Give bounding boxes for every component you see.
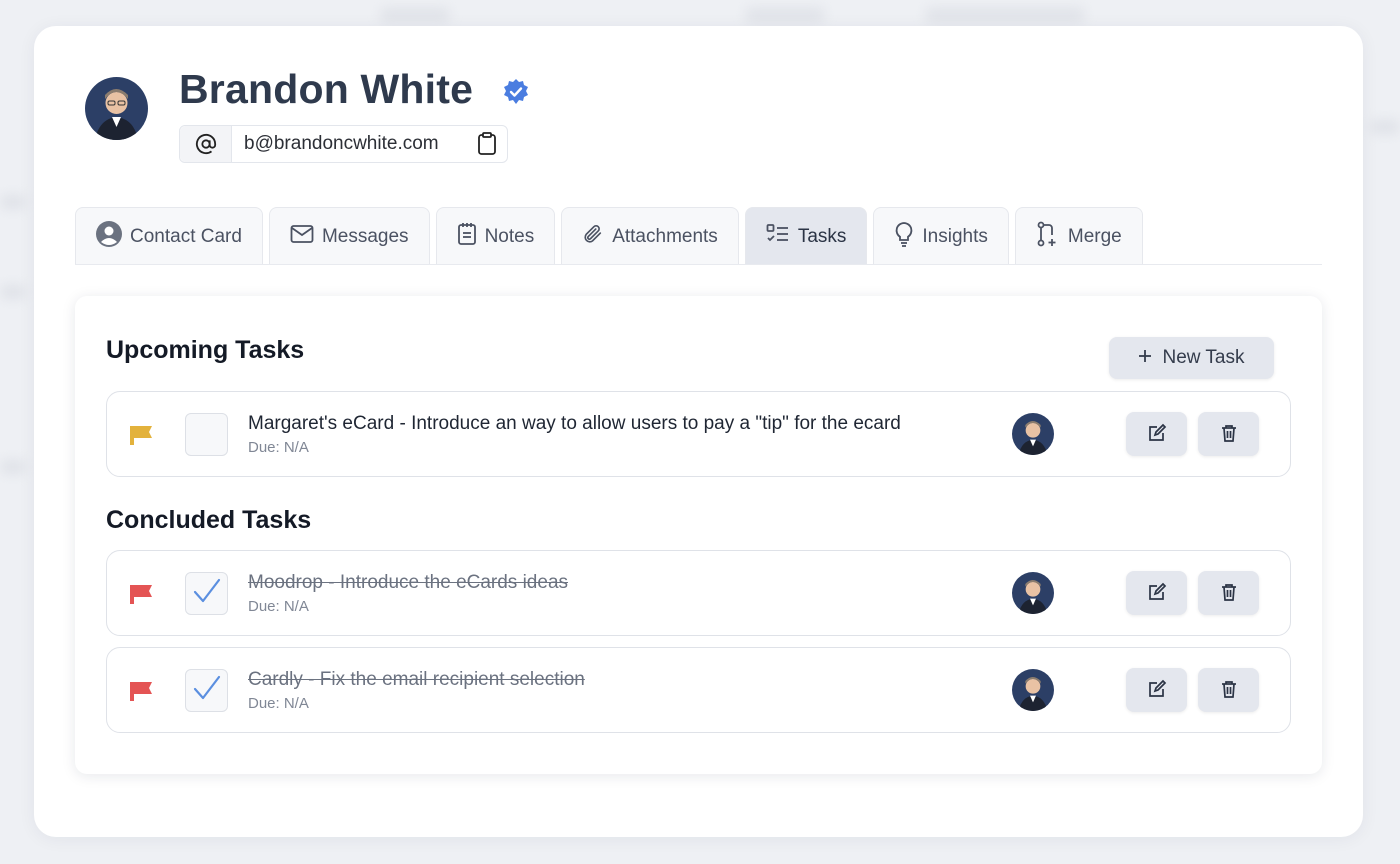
tab-messages[interactable]: Messages [268, 207, 430, 265]
trash-icon [1221, 583, 1237, 604]
tab-insights[interactable]: Insights [873, 207, 1009, 265]
paperclip-icon [582, 222, 604, 252]
checkmark-icon [192, 577, 222, 610]
task-row: Cardly - Fix the email recipient selecti… [106, 647, 1291, 733]
clipboard-icon [457, 222, 477, 252]
task-row: Moodrop - Introduce the eCards ideas Due… [106, 550, 1291, 636]
email-address[interactable]: b@brandoncwhite.com [232, 133, 467, 155]
flag-icon [129, 584, 153, 609]
delete-button[interactable] [1198, 571, 1259, 615]
task-checkbox[interactable] [185, 572, 228, 615]
task-due: Due: N/A [248, 695, 309, 712]
contact-name: Brandon White [179, 66, 474, 112]
tab-tasks[interactable]: Tasks [744, 207, 868, 265]
edit-button[interactable] [1126, 571, 1187, 615]
task-title: Moodrop - Introduce the eCards ideas [248, 572, 569, 593]
new-task-label: New Task [1162, 347, 1245, 368]
tab-merge[interactable]: Merge [1014, 207, 1143, 265]
plus-icon [1138, 347, 1152, 369]
delete-button[interactable] [1198, 412, 1259, 456]
tab-label: Messages [321, 225, 409, 247]
tab-label: Tasks [797, 225, 847, 247]
edit-button[interactable] [1126, 412, 1187, 456]
new-task-button[interactable]: New Task [1109, 337, 1274, 379]
edit-icon [1147, 679, 1167, 702]
assignee-avatar [1012, 669, 1054, 711]
tab-label: Attachments [612, 225, 718, 247]
edit-icon [1147, 582, 1167, 605]
tasks-list-icon [766, 223, 790, 251]
tab-label: Contact Card [130, 225, 242, 247]
tab-label: Merge [1067, 225, 1122, 247]
edit-icon [1147, 423, 1167, 446]
git-merge-icon [1036, 221, 1060, 253]
task-checkbox[interactable] [185, 669, 228, 712]
task-checkbox[interactable] [185, 413, 228, 456]
concluded-tasks-title: Concluded Tasks [106, 506, 312, 534]
tasks-card: Upcoming Tasks New Task Margaret's eCard… [75, 296, 1322, 774]
contact-panel: Brandon White b@brandoncwhite.com Contac… [34, 26, 1363, 837]
tab-bar: Contact Card Messages Notes Attachments … [75, 207, 1143, 265]
tab-label: Notes [484, 225, 535, 247]
assignee-avatar [1012, 572, 1054, 614]
tab-label: Insights [922, 225, 988, 247]
verified-badge-icon [504, 79, 528, 104]
task-due: Due: N/A [248, 598, 309, 615]
delete-button[interactable] [1198, 668, 1259, 712]
assignee-avatar [1012, 413, 1054, 455]
trash-icon [1221, 424, 1237, 445]
task-row: Margaret's eCard - Introduce an way to a… [106, 391, 1291, 477]
task-title: Margaret's eCard - Introduce an way to a… [248, 413, 901, 434]
upcoming-tasks-title: Upcoming Tasks [106, 336, 305, 364]
at-sign-icon [180, 126, 232, 162]
trash-icon [1221, 680, 1237, 701]
envelope-icon [290, 224, 314, 250]
tab-divider [75, 264, 1322, 265]
lightbulb-icon [894, 221, 914, 253]
email-field: b@brandoncwhite.com [179, 125, 508, 163]
user-circle-icon [96, 220, 122, 253]
flag-icon [129, 681, 153, 706]
edit-button[interactable] [1126, 668, 1187, 712]
task-title: Cardly - Fix the email recipient selecti… [248, 669, 585, 690]
checkmark-icon [192, 674, 222, 707]
avatar [85, 77, 148, 140]
tab-notes[interactable]: Notes [435, 207, 556, 265]
copy-icon[interactable] [467, 132, 507, 156]
tab-contact-card[interactable]: Contact Card [75, 207, 263, 265]
tab-attachments[interactable]: Attachments [561, 207, 739, 265]
task-due: Due: N/A [248, 439, 309, 456]
flag-icon [129, 425, 153, 450]
